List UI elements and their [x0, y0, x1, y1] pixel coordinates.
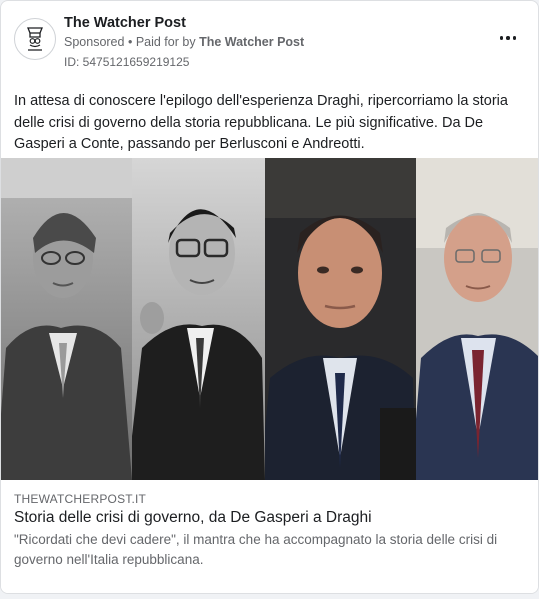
paid-prefix: Paid for by	[135, 35, 196, 49]
post-header: The Watcher Post Sponsored • Paid for by…	[1, 1, 538, 81]
hero-photo-panel-1	[1, 158, 132, 480]
link-preview[interactable]: THEWATCHERPOST.IT Storia delle crisi di …	[1, 480, 538, 593]
link-description: "Ricordati che devi cadere", il mantra c…	[14, 532, 498, 567]
page-avatar[interactable]	[14, 18, 56, 60]
hero-photo-panel-3	[265, 158, 416, 480]
sponsored-meta: Sponsored • Paid for by The Watcher Post	[64, 35, 304, 49]
watcher-post-logo-icon	[27, 27, 43, 51]
post-body-text: In attesa di conoscere l'epilogo dell'es…	[14, 93, 508, 152]
sponsored-label: Sponsored	[64, 35, 125, 49]
ad-card: The Watcher Post Sponsored • Paid for by…	[0, 0, 539, 594]
link-domain: THEWATCHERPOST.IT	[14, 492, 147, 506]
more-options-button[interactable]	[496, 29, 520, 47]
more-options-dot	[506, 36, 510, 40]
hero-image[interactable]	[1, 158, 538, 480]
page-name-link[interactable]: The Watcher Post	[64, 15, 186, 31]
ad-id: ID: 5475121659219125	[64, 55, 190, 69]
more-options-icon	[499, 36, 504, 40]
hero-photo-panel-4	[416, 158, 538, 480]
link-headline[interactable]: Storia delle crisi di governo, da De Gas…	[14, 509, 372, 527]
meta-separator: •	[127, 35, 136, 49]
paid-by-name: The Watcher Post	[199, 35, 305, 49]
more-options-dot	[512, 36, 517, 40]
hero-photo-panel-2	[132, 158, 265, 480]
